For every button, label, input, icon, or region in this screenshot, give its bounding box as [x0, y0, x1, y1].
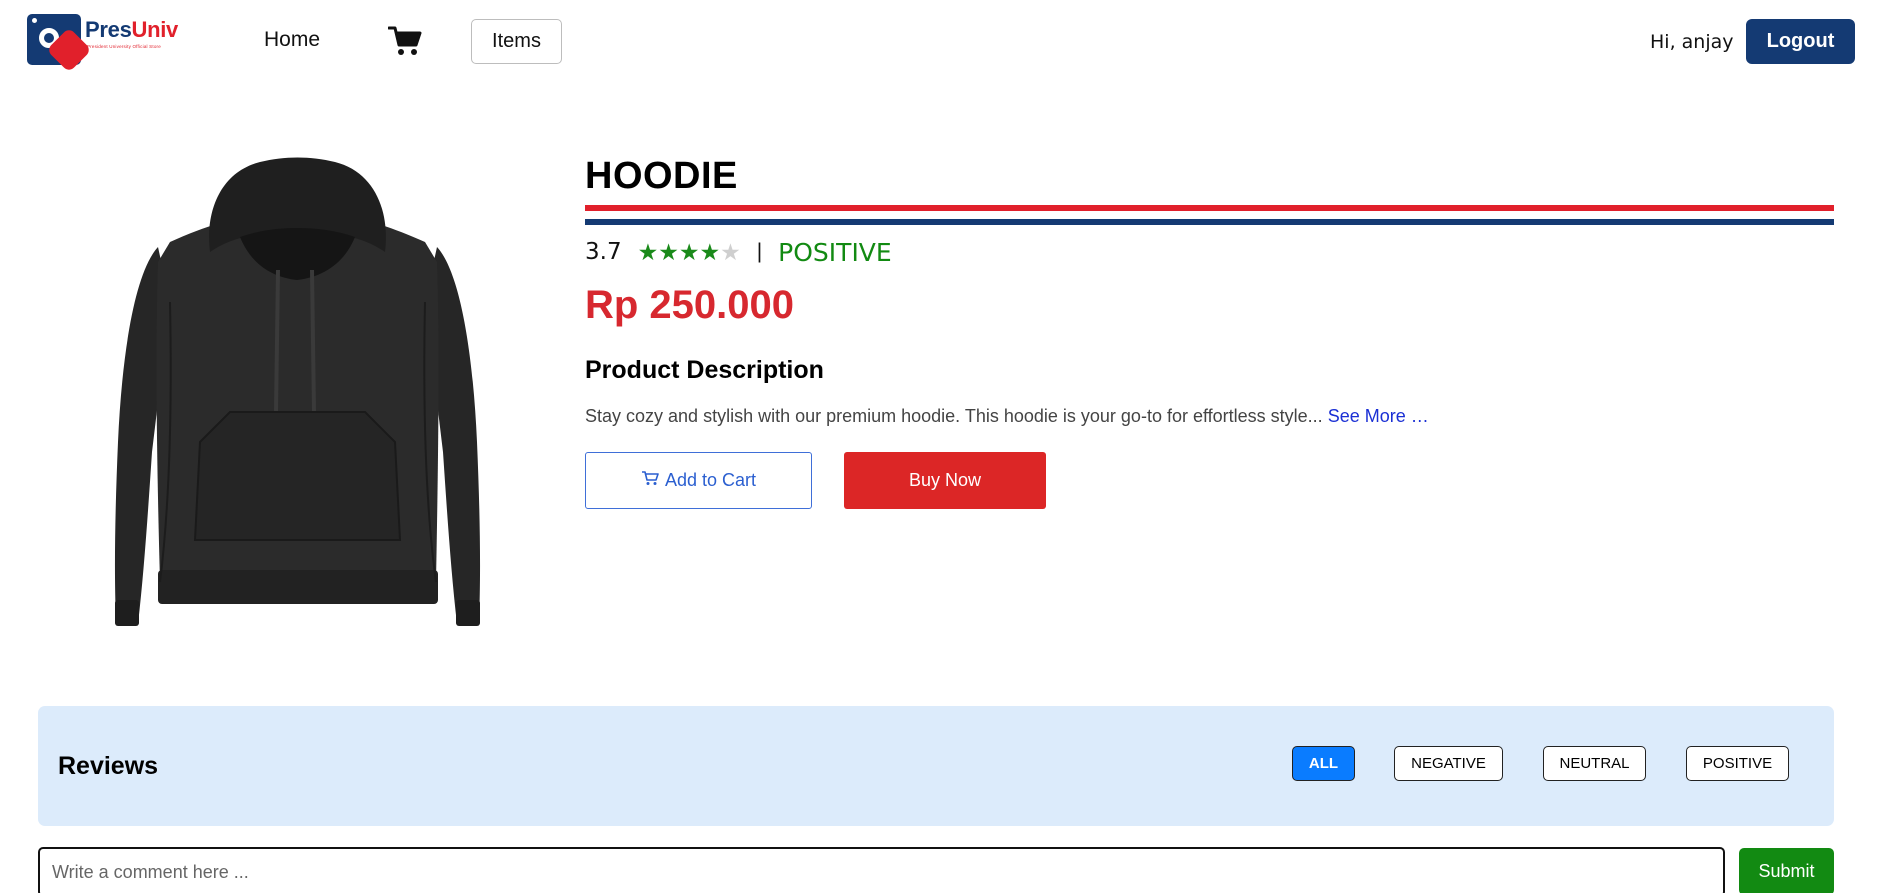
logo-tagline: President University Official Store — [87, 44, 161, 49]
see-more-link[interactable]: See More … — [1328, 406, 1429, 426]
sentiment-label: POSITIVE — [778, 237, 892, 267]
nav-home-link[interactable]: Home — [264, 28, 320, 52]
divider-blue — [585, 219, 1834, 225]
rating-stars: ★ ★ ★ ★ ★ — [637, 238, 741, 265]
rating-separator: | — [756, 240, 763, 263]
product-image — [100, 152, 495, 632]
logo-text-pres: Pres — [85, 17, 132, 42]
add-to-cart-label: Add to Cart — [664, 470, 757, 490]
star-filled-icon: ★ — [678, 238, 700, 265]
comment-input[interactable] — [38, 847, 1725, 893]
logout-button[interactable]: Logout — [1746, 19, 1855, 64]
description-title: Product Description — [585, 356, 824, 384]
brand-logo[interactable]: PresUniv President University Official S… — [27, 14, 187, 76]
filter-all-button[interactable]: ALL — [1292, 746, 1355, 781]
filter-neutral-button[interactable]: NEUTRAL — [1543, 746, 1646, 781]
logo-text-univ: Univ — [131, 17, 179, 42]
filter-negative-button[interactable]: NEGATIVE — [1394, 746, 1503, 781]
description-text: Stay cozy and stylish with our premium h… — [585, 406, 1429, 427]
cart-icon[interactable] — [387, 25, 422, 57]
star-filled-icon: ★ — [699, 238, 721, 265]
navbar: PresUniv President University Official S… — [0, 0, 1877, 88]
user-greeting: Hi, anjay — [1650, 31, 1734, 53]
product-price: Rp 250.000 — [585, 283, 795, 327]
cart-small-icon — [641, 470, 659, 491]
rating-row: 3.7 ★ ★ ★ ★ ★ | POSITIVE — [585, 236, 892, 268]
reviews-title: Reviews — [58, 752, 159, 780]
reviews-panel: Reviews ALL NEGATIVE NEUTRAL POSITIVE — [38, 706, 1834, 826]
star-empty-icon: ★ — [720, 238, 741, 265]
product-title: HOODIE — [585, 155, 738, 197]
star-filled-icon: ★ — [658, 238, 679, 265]
buy-now-button[interactable]: Buy Now — [844, 452, 1046, 509]
logo-text: PresUniv — [85, 17, 178, 43]
nav-items-button[interactable]: Items — [471, 19, 562, 64]
add-to-cart-button[interactable]: Add to Cart — [585, 452, 812, 509]
divider-red — [585, 205, 1834, 211]
description-body: Stay cozy and stylish with our premium h… — [585, 406, 1323, 426]
rating-value: 3.7 — [585, 239, 622, 265]
filter-positive-button[interactable]: POSITIVE — [1686, 746, 1789, 781]
submit-comment-button[interactable]: Submit — [1739, 848, 1834, 893]
star-filled-icon: ★ — [637, 238, 659, 265]
